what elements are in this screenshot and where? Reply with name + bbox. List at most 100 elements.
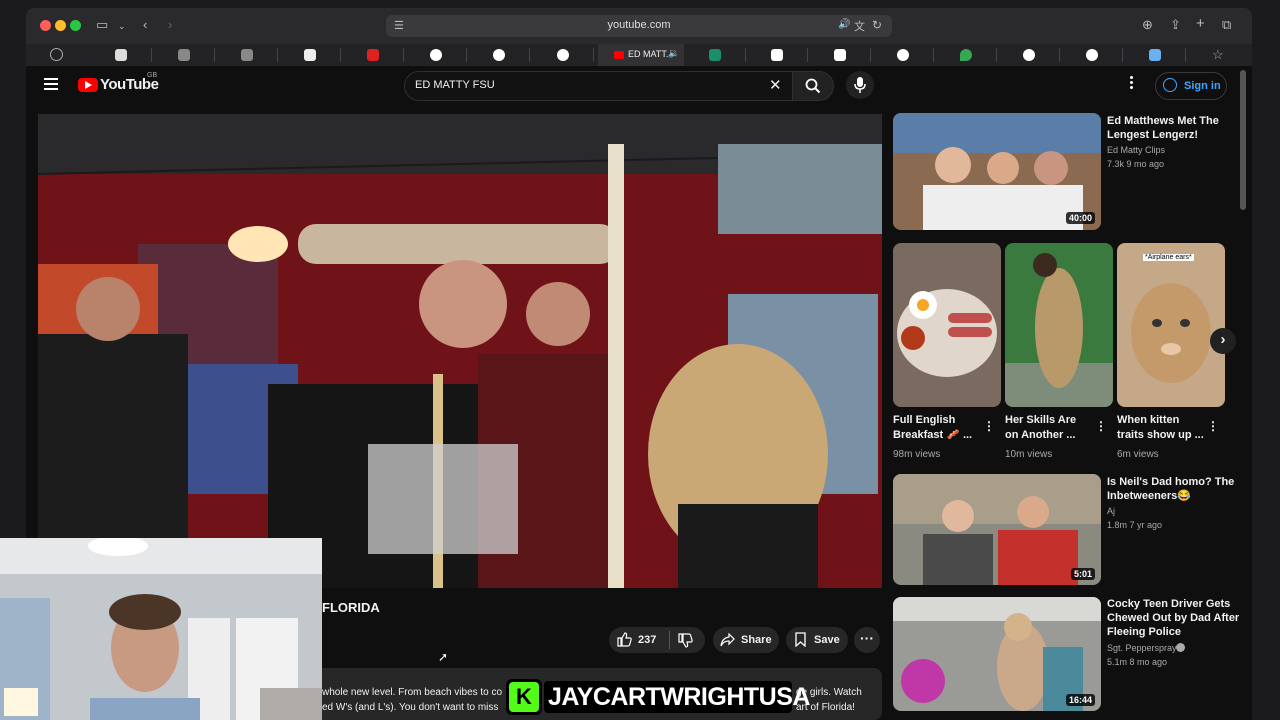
tab-3[interactable] xyxy=(216,44,278,66)
channel-name[interactable]: Aj xyxy=(1107,506,1115,516)
shorts-title[interactable]: When kitten xyxy=(1117,413,1179,427)
verified-icon xyxy=(1176,643,1185,652)
search-button[interactable] xyxy=(792,71,834,101)
youtube-logo-icon[interactable] xyxy=(78,78,98,92)
description-line-2a: ed W's (and L's). You don't want to miss xyxy=(322,702,499,713)
video-player[interactable] xyxy=(38,114,882,588)
tab-favicon xyxy=(241,49,253,61)
shorts-caption: *Airplane ears* xyxy=(1143,254,1194,261)
sign-in-label: Sign in xyxy=(1184,80,1221,92)
tab-7[interactable] xyxy=(468,44,530,66)
shorts-title-line-2[interactable]: on Another ... xyxy=(1005,428,1075,442)
video-title-line-2[interactable]: Inbetweeners😂 xyxy=(1107,489,1191,503)
tab-13[interactable] xyxy=(872,44,934,66)
translate-icon[interactable]: 文 xyxy=(854,18,865,34)
tab-favicon xyxy=(304,49,316,61)
tab-audio-icon[interactable]: 🔉 xyxy=(668,48,679,59)
shorts-title-line-2[interactable]: Breakfast 🥓 ... xyxy=(893,428,972,442)
video-frame-image xyxy=(38,114,882,588)
shorts-next-arrow-icon[interactable]: › xyxy=(1210,328,1236,354)
tab-clock-icon[interactable] xyxy=(50,48,63,61)
downloads-icon[interactable]: ⊕ xyxy=(1142,17,1153,33)
tab-17[interactable] xyxy=(1124,44,1186,66)
like-count: 237 xyxy=(638,634,657,646)
audio-playing-icon[interactable]: 🔊 xyxy=(838,19,850,30)
close-window-button[interactable] xyxy=(40,20,51,31)
tab-16[interactable] xyxy=(1061,44,1123,66)
settings-more-icon[interactable] xyxy=(1130,76,1134,89)
more-actions-icon[interactable]: ··· xyxy=(854,627,880,653)
minimize-window-button[interactable] xyxy=(55,20,66,31)
shorts-title[interactable]: Her Skills Are xyxy=(1005,413,1076,427)
video-duration: 16:44 xyxy=(1065,694,1095,706)
zoom-window-button[interactable] xyxy=(70,20,81,31)
search-box[interactable]: ED MATTY FSU ✕ xyxy=(404,71,794,101)
thumbs-down-icon xyxy=(678,633,693,648)
share-button[interactable]: Share xyxy=(713,627,779,653)
tab-8[interactable] xyxy=(532,44,594,66)
tab-14[interactable] xyxy=(935,44,997,66)
sidebar-toggle-icon[interactable]: ▭ xyxy=(96,17,108,33)
shorts-title-line-2[interactable]: traits show up ... xyxy=(1117,428,1204,442)
tab-2[interactable] xyxy=(153,44,215,66)
tab-15[interactable] xyxy=(998,44,1060,66)
shorts-thumbnail[interactable] xyxy=(893,243,1001,407)
shorts-thumbnail[interactable]: *Airplane ears* xyxy=(1117,243,1225,407)
clear-search-icon[interactable]: ✕ xyxy=(769,76,782,94)
share-page-icon[interactable]: ⇪ xyxy=(1170,17,1181,33)
tab-6[interactable] xyxy=(405,44,467,66)
sidebar-menu-chevron-icon[interactable]: ⌄ xyxy=(118,21,126,32)
channel-name[interactable]: Sgt. Pepperspray xyxy=(1107,643,1177,653)
video-title-line-3[interactable]: Fleeing Police xyxy=(1107,625,1181,639)
region-code: GB xyxy=(147,72,158,79)
video-title[interactable]: Ed Matthews Met The xyxy=(1107,114,1219,128)
video-thumbnail[interactable]: 16:44 xyxy=(893,597,1101,711)
tab-favicon xyxy=(178,49,190,61)
video-title-line-2[interactable]: Lengest Lengerz! xyxy=(1107,128,1198,142)
bookmark-star-icon[interactable]: ☆ xyxy=(1212,47,1224,63)
video-thumbnail[interactable]: 5:01 xyxy=(893,474,1101,585)
new-tab-icon[interactable]: + xyxy=(1196,15,1205,32)
tab-12[interactable] xyxy=(809,44,871,66)
like-button[interactable]: 237 xyxy=(609,627,669,653)
thumbs-up-icon xyxy=(617,632,632,647)
voice-search-button[interactable] xyxy=(846,71,874,99)
shorts-thumbnail[interactable] xyxy=(1005,243,1113,407)
tab-5[interactable] xyxy=(342,44,404,66)
video-thumbnail[interactable]: 40:00 xyxy=(893,113,1101,230)
video-title-line-2[interactable]: Chewed Out by Dad After xyxy=(1107,611,1239,625)
video-title[interactable]: Cocky Teen Driver Gets xyxy=(1107,597,1230,611)
save-label: Save xyxy=(814,634,840,646)
video-meta: 5.1m 8 mo ago xyxy=(1107,657,1168,667)
shorts-more-icon[interactable]: ⋮ xyxy=(1095,419,1107,433)
tab-favicon xyxy=(1149,49,1161,61)
tab-11[interactable] xyxy=(746,44,808,66)
share-icon xyxy=(720,633,735,647)
google-icon xyxy=(1023,49,1035,61)
sign-in-button[interactable]: Sign in xyxy=(1155,72,1227,100)
wikipedia-icon xyxy=(771,49,783,61)
google-icon xyxy=(897,49,909,61)
kick-logo-icon: K xyxy=(506,679,542,715)
channel-name[interactable]: Ed Matty Clips xyxy=(1107,145,1165,155)
tab-4[interactable] xyxy=(279,44,341,66)
dislike-button[interactable] xyxy=(672,627,704,653)
tab-favicon xyxy=(709,49,721,61)
tab-overview-icon[interactable]: ⧉ xyxy=(1222,17,1231,33)
save-button[interactable]: Save xyxy=(786,627,848,653)
shorts-more-icon[interactable]: ⋮ xyxy=(1207,419,1219,433)
tab-1[interactable] xyxy=(90,44,152,66)
tab-10[interactable] xyxy=(684,44,746,66)
shorts-title[interactable]: Full English xyxy=(893,413,955,427)
search-input[interactable]: ED MATTY FSU xyxy=(415,79,495,91)
hamburger-menu-icon[interactable] xyxy=(44,78,58,90)
page-scrollbar[interactable] xyxy=(1240,70,1246,210)
shorts-image xyxy=(893,243,1001,407)
reload-icon[interactable]: ↻ xyxy=(872,18,882,32)
video-title[interactable]: Is Neil's Dad homo? The xyxy=(1107,475,1234,489)
shorts-more-icon[interactable]: ⋮ xyxy=(983,419,995,433)
back-icon[interactable]: ‹ xyxy=(143,17,147,32)
forward-icon[interactable]: › xyxy=(168,17,172,32)
address-bar[interactable]: ☰ youtube.com 🔊 文 ↻ xyxy=(386,15,892,37)
tab-active-youtube[interactable]: ED MATT... 🔉 xyxy=(598,44,684,66)
